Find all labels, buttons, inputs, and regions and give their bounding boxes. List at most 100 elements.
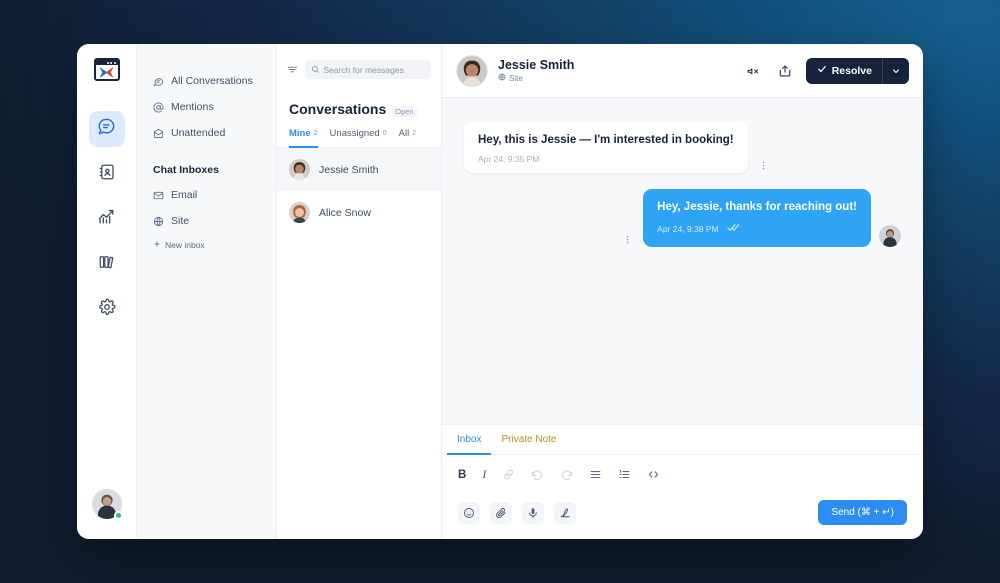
- message-timestamp: Apr 24, 9:38 PM: [657, 224, 719, 235]
- avatar: [289, 202, 310, 223]
- conversations-heading: Conversations Open: [277, 79, 441, 117]
- rail-item-reports[interactable]: [89, 201, 125, 237]
- logo-right-wing: [105, 67, 114, 78]
- avatar: [289, 159, 310, 180]
- speaker-mute-icon[interactable]: [742, 60, 764, 82]
- message-text: Hey, this is Jessie — I'm interested in …: [478, 134, 734, 146]
- filter-icon[interactable]: [287, 64, 298, 75]
- search-icon: [311, 61, 320, 79]
- tab-label: Mine: [289, 128, 311, 139]
- chat-icon: [97, 117, 116, 141]
- message-row-outgoing: Hey, Jessie, thanks for reaching out! Ap…: [464, 188, 901, 248]
- paperclip-icon[interactable]: [490, 501, 512, 524]
- chat-header: Jessie Smith Site Resolve: [442, 44, 923, 98]
- rail-item-settings[interactable]: [89, 291, 125, 327]
- current-user-avatar[interactable]: [91, 489, 123, 520]
- chevron-down-icon[interactable]: [883, 66, 909, 76]
- contact-avatar[interactable]: [456, 54, 488, 87]
- search-row: Search for messages: [277, 44, 441, 79]
- bold-button[interactable]: B: [458, 469, 466, 481]
- emoji-icon[interactable]: [458, 501, 480, 524]
- nav-label: Email: [171, 189, 198, 201]
- books-icon: [98, 253, 116, 276]
- nav-label: All Conversations: [171, 75, 253, 87]
- microphone-icon[interactable]: [522, 501, 544, 524]
- tab-inbox[interactable]: Inbox: [447, 425, 492, 455]
- message-text: Hey, Jessie, thanks for reaching out!: [657, 200, 857, 213]
- message-composer: Inbox Private Note B I Send (⌘ + ↵): [442, 424, 923, 539]
- rail-item-campaigns[interactable]: [89, 246, 125, 282]
- message-row-incoming: Hey, this is Jessie — I'm interested in …: [464, 122, 901, 173]
- tab-label: All: [398, 128, 410, 139]
- search-placeholder: Search for messages: [323, 64, 404, 75]
- page-title: Conversations: [289, 101, 387, 117]
- chart-trend-icon: [97, 207, 116, 231]
- message-options-button[interactable]: [756, 158, 771, 173]
- avatar-image: [879, 225, 901, 248]
- message-meta: Apr 24, 9:38 PM: [657, 220, 857, 238]
- channel-label: Site: [509, 73, 523, 83]
- message-thread: Hey, this is Jessie — I'm interested in …: [442, 98, 923, 424]
- nav-item-mentions[interactable]: Mentions: [137, 94, 276, 120]
- chat-panel: Jessie Smith Site Resolve Hey, this is J…: [442, 44, 923, 539]
- signature-icon[interactable]: [554, 501, 576, 524]
- tab-label: Unassigned: [329, 128, 380, 139]
- tab-unassigned[interactable]: Unassigned 0: [330, 128, 387, 148]
- message-options-button[interactable]: [620, 232, 635, 247]
- search-input[interactable]: Search for messages: [305, 60, 431, 79]
- tab-private-note[interactable]: Private Note: [491, 425, 566, 455]
- online-status-dot: [113, 511, 123, 520]
- nav-inbox-email[interactable]: Email: [137, 182, 276, 208]
- undo-icon[interactable]: [531, 468, 544, 481]
- tab-all[interactable]: All 2: [399, 128, 416, 148]
- nav-item-all-conversations[interactable]: All Conversations: [137, 68, 276, 94]
- numbered-list-icon[interactable]: [618, 468, 631, 481]
- list-item-name: Jessie Smith: [319, 163, 379, 176]
- double-check-icon: [727, 220, 741, 238]
- agent-avatar: [879, 225, 901, 248]
- logo-titlebar: [95, 60, 118, 65]
- secondary-nav: All Conversations Mentions Unattended Ch…: [137, 44, 277, 539]
- list-item[interactable]: Jessie Smith: [277, 148, 441, 191]
- plus-icon: [153, 240, 161, 250]
- message-timestamp: Apr 24, 9:35 PM: [478, 153, 540, 164]
- new-inbox-label: New inbox: [165, 240, 205, 250]
- resolve-button[interactable]: Resolve: [805, 57, 909, 84]
- tab-mine[interactable]: Mine 2: [289, 128, 318, 148]
- tab-count: 2: [412, 130, 417, 137]
- rail-item-conversations[interactable]: [88, 111, 125, 147]
- send-button[interactable]: Send (⌘ + ↵): [818, 500, 907, 525]
- nav-label: Mentions: [171, 101, 214, 113]
- code-icon[interactable]: [647, 468, 660, 481]
- list-item[interactable]: Alice Snow: [277, 191, 441, 234]
- contact-name: Jessie Smith: [498, 57, 575, 72]
- rail-item-contacts[interactable]: [89, 156, 125, 192]
- check-icon: [817, 64, 827, 77]
- chat-bubble-icon: [153, 76, 164, 87]
- at-icon: [153, 101, 164, 113]
- message-meta: Apr 24, 9:35 PM: [478, 154, 734, 164]
- link-icon[interactable]: [502, 468, 515, 481]
- new-inbox-button[interactable]: New inbox: [137, 234, 276, 250]
- tab-count: 0: [382, 130, 387, 137]
- avatar-image: [457, 55, 487, 86]
- resolve-label-group: Resolve: [806, 64, 882, 77]
- nav-item-unattended[interactable]: Unattended: [137, 120, 276, 146]
- nav-label: Site: [171, 215, 190, 227]
- formatting-toolbar: B I: [442, 455, 923, 492]
- app-window: All Conversations Mentions Unattended Ch…: [77, 44, 923, 539]
- nav-section-title: Chat Inboxes: [153, 164, 219, 176]
- conversation-list-panel: Search for messages Conversations Open M…: [277, 44, 442, 539]
- bullet-list-icon[interactable]: [589, 468, 602, 481]
- resolve-text: Resolve: [831, 64, 872, 77]
- contact-channel: Site: [498, 73, 574, 83]
- italic-button[interactable]: I: [482, 467, 486, 482]
- globe-icon: [153, 216, 164, 227]
- composer-tabs: Inbox Private Note: [442, 425, 923, 455]
- composer-actions: Send (⌘ + ↵): [442, 492, 923, 539]
- nav-inbox-site[interactable]: Site: [137, 208, 276, 234]
- redo-icon[interactable]: [560, 468, 573, 481]
- icon-rail: [77, 44, 137, 539]
- envelope-icon: [153, 190, 164, 201]
- share-icon[interactable]: [774, 60, 796, 82]
